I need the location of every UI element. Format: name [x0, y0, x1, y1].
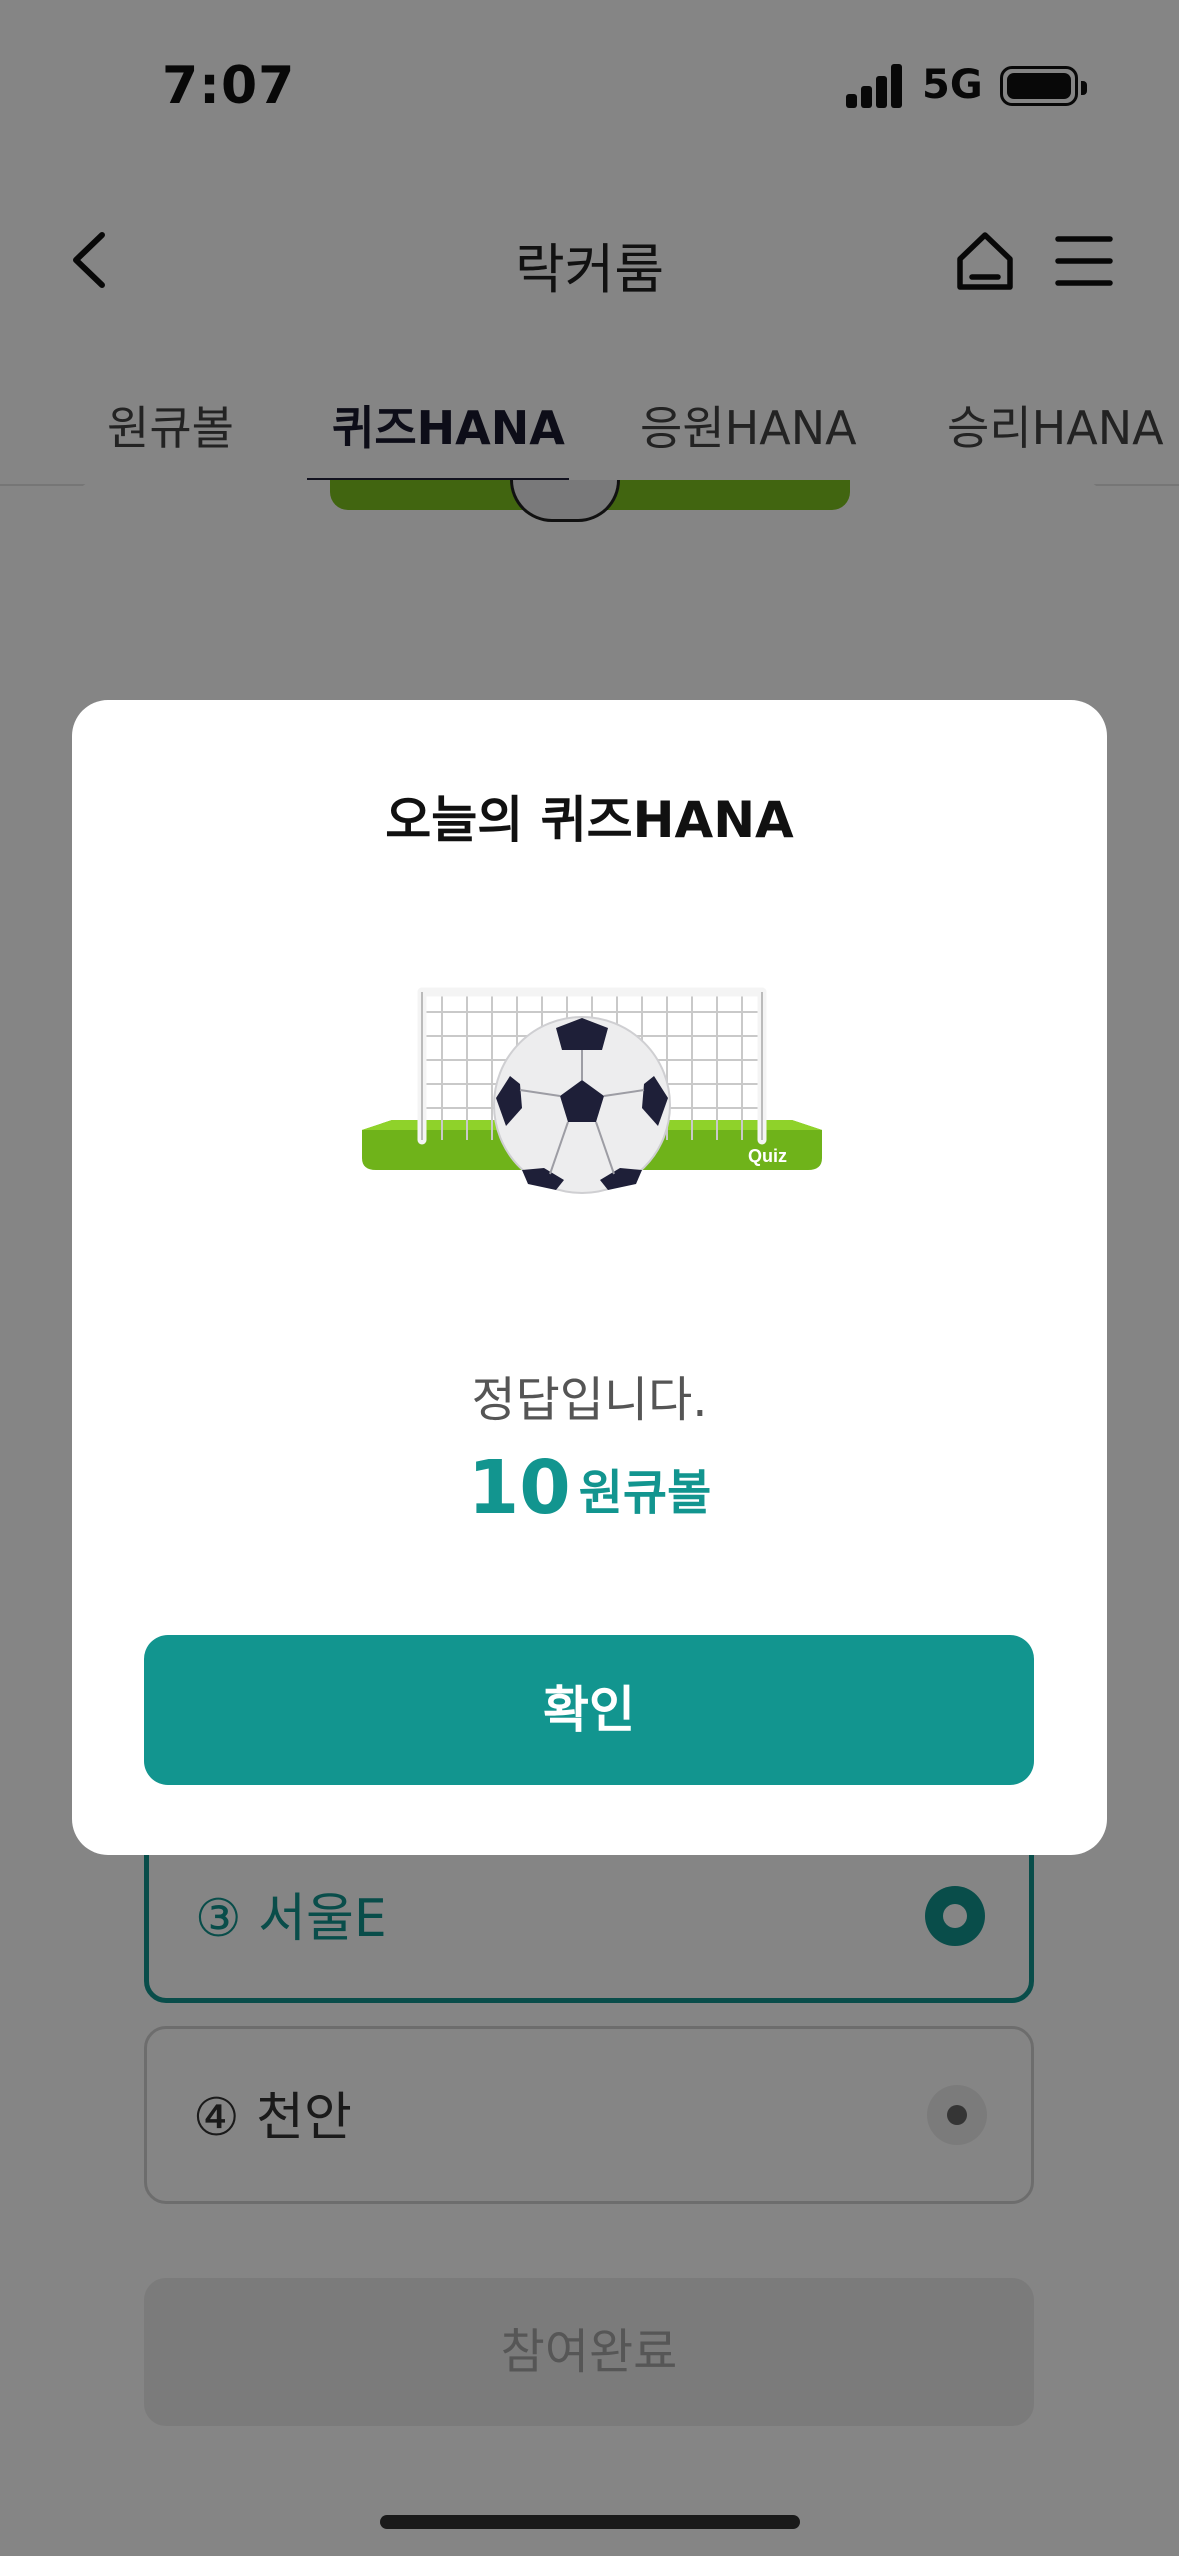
- result-message: 정답입니다.: [471, 1372, 708, 1428]
- quiz-result-modal: 오늘의 퀴즈HANA Quiz 정답입니다. 10 원큐볼 확인: [72, 700, 1107, 1855]
- home-indicator[interactable]: [380, 2515, 800, 2529]
- quiz-badge-text: Quiz: [748, 1146, 787, 1166]
- modal-title: 오늘의 퀴즈HANA: [385, 791, 794, 849]
- reward-amount: 10: [467, 1445, 571, 1531]
- confirm-button[interactable]: 확인: [144, 1635, 1034, 1785]
- reward-info: 10 원큐볼: [72, 1445, 1107, 1531]
- reward-unit: 원큐볼: [578, 1465, 712, 1521]
- soccer-goal-quiz-icon: Quiz: [362, 987, 822, 1194]
